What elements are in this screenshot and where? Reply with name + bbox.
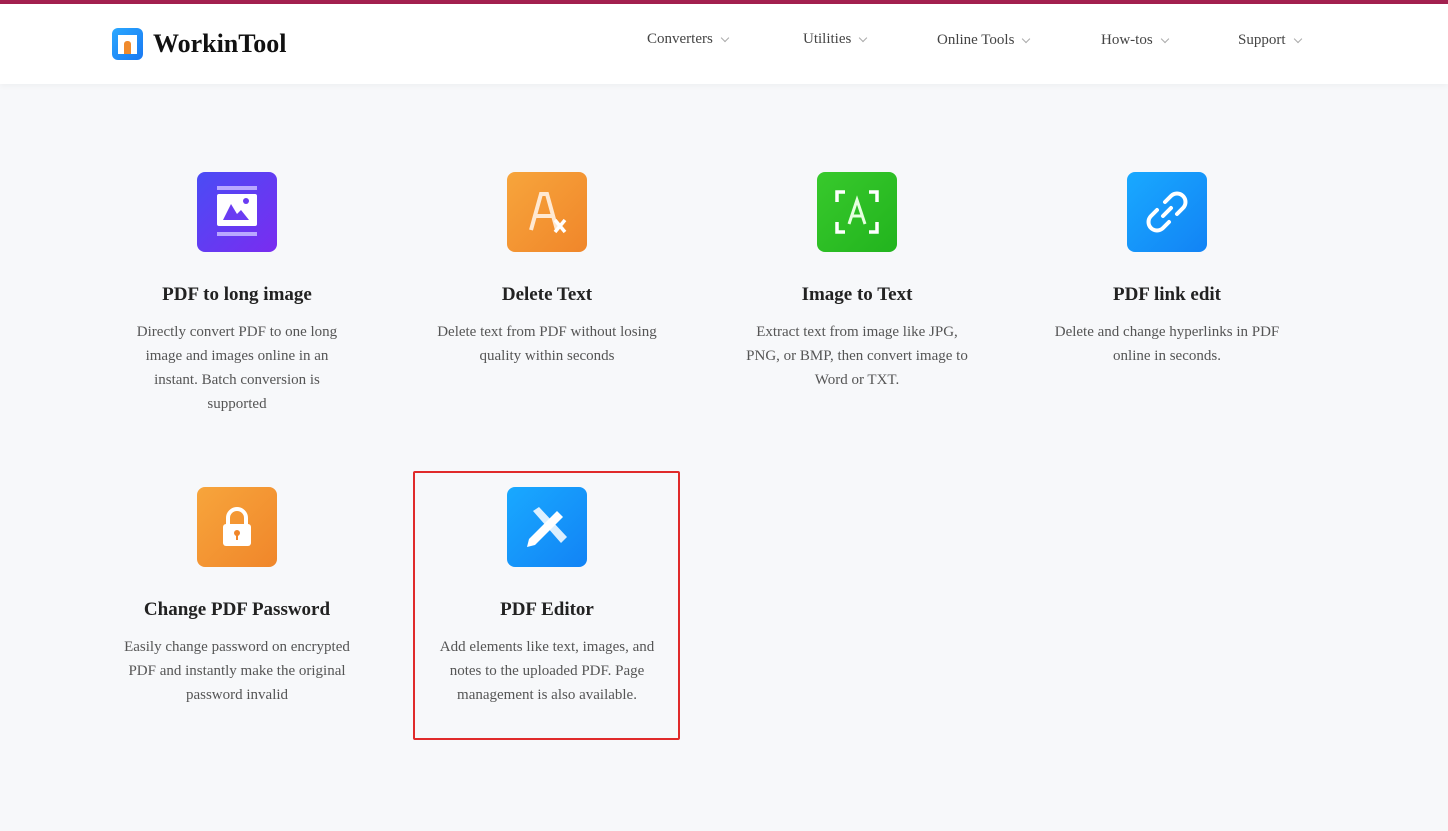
tool-description: Easily change password on encrypted PDF …	[124, 639, 350, 703]
nav-label: Utilities	[803, 31, 852, 47]
tool-card-image-to-text[interactable]: Image to Text Extract text from image li…	[722, 172, 992, 392]
chevron-down-icon	[1293, 34, 1302, 43]
nav-label: Converters	[647, 31, 713, 47]
ocr-icon	[817, 172, 897, 252]
tool-description: Delete and change hyperlinks in PDF onli…	[1054, 324, 1280, 364]
tool-title: PDF link edit	[1112, 284, 1222, 305]
chevron-down-icon	[859, 33, 868, 42]
lock-icon	[197, 487, 277, 567]
delete-text-icon	[507, 172, 587, 252]
tool-title: PDF to long image	[162, 284, 312, 305]
highlight-box	[413, 471, 680, 740]
tool-card-pdf-link-edit[interactable]: PDF link edit Delete and change hyperlin…	[1032, 172, 1302, 368]
brand-name: WorkinTool	[153, 29, 287, 58]
tool-title: Change PDF Password	[143, 599, 331, 620]
long-image-icon	[197, 172, 277, 252]
logo-icon	[112, 28, 143, 60]
brand-logo[interactable]: WorkinTool	[112, 28, 286, 60]
chevron-down-icon	[1160, 34, 1169, 43]
nav-label: How-tos	[1101, 32, 1153, 48]
tool-card-change-pdf-password[interactable]: Change PDF Password Easily change passwo…	[102, 487, 372, 707]
tool-card-delete-text[interactable]: Delete Text Delete text from PDF without…	[412, 172, 682, 368]
tool-title: Image to Text	[801, 284, 913, 305]
nav-label: Online Tools	[937, 32, 1015, 48]
tool-card-pdf-to-long-image[interactable]: PDF to long image Directly convert PDF t…	[102, 172, 372, 416]
nav-how-tos[interactable]: How-tos	[1101, 32, 1169, 49]
link-icon	[1127, 172, 1207, 252]
nav-utilities[interactable]: Utilities	[803, 31, 868, 48]
nav-support[interactable]: Support	[1238, 32, 1302, 49]
nav-online-tools[interactable]: Online Tools	[937, 32, 1031, 49]
tool-description: Extract text from image like JPG, PNG, o…	[746, 324, 968, 388]
chevron-down-icon	[1022, 34, 1031, 43]
nav-converters[interactable]: Converters	[647, 31, 730, 48]
chevron-down-icon	[720, 33, 730, 42]
tool-description: Directly convert PDF to one long image a…	[136, 324, 338, 412]
tool-title: Delete Text	[501, 284, 593, 305]
tool-description: Delete text from PDF without losing qual…	[437, 324, 657, 364]
nav-label: Support	[1238, 32, 1286, 48]
